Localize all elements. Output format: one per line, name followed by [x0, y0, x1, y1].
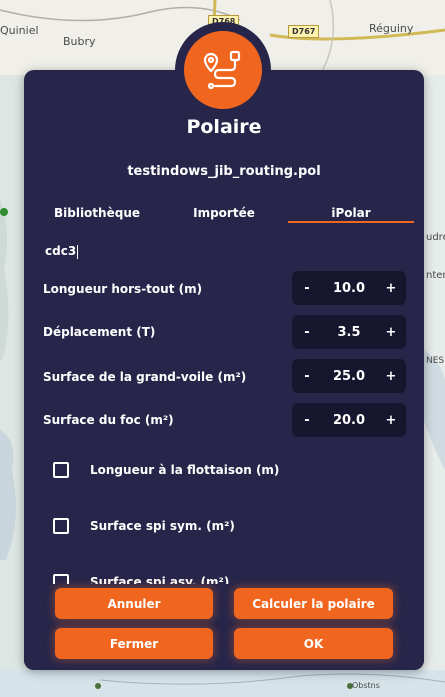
decrement-button[interactable]: -	[292, 369, 322, 384]
dialog-title: Polaire	[186, 116, 262, 138]
decrement-button[interactable]: -	[292, 413, 322, 428]
option-waterline-length[interactable]: Longueur à la flottaison (m)	[53, 462, 279, 478]
ok-button[interactable]: OK	[234, 628, 393, 659]
increment-button[interactable]: +	[376, 281, 406, 296]
stepper-value: 20.0	[332, 412, 366, 428]
boat-name-input[interactable]: cdc3	[45, 244, 79, 259]
map-fragment-label: udre	[426, 232, 445, 243]
stepper-value: 10.0	[332, 280, 366, 296]
jib-stepper[interactable]: - 20.0 +	[292, 403, 406, 437]
tab-library[interactable]: Bibliothèque	[35, 206, 159, 220]
map-fragment-label: nterl	[426, 270, 445, 281]
waterline-checkbox[interactable]	[53, 462, 69, 478]
map-town-label: Quiniel	[0, 24, 39, 37]
polar-filename: testindows_jib_routing.pol	[127, 164, 321, 179]
compute-polar-button[interactable]: Calculer la polaire	[234, 588, 393, 619]
tab-ipolar[interactable]: iPolar	[289, 206, 413, 220]
map-fragment-label: Obstns	[352, 681, 380, 690]
map-fragment-label: NES	[426, 356, 445, 366]
mainsail-stepper[interactable]: - 25.0 +	[292, 359, 406, 393]
route-icon	[184, 31, 262, 109]
stepper-value: 25.0	[332, 368, 366, 384]
map-road-label: D767	[288, 25, 320, 38]
decrement-button[interactable]: -	[292, 325, 322, 340]
param-label-jib: Surface du foc (m²)	[43, 413, 174, 427]
boat-name-value: cdc3	[45, 244, 77, 258]
decrement-button[interactable]: -	[292, 281, 322, 296]
tab-imported[interactable]: Importée	[162, 206, 286, 220]
length-stepper[interactable]: - 10.0 +	[292, 271, 406, 305]
text-cursor	[77, 244, 79, 259]
option-sym-spinnaker[interactable]: Surface spi sym. (m²)	[53, 518, 235, 534]
close-button[interactable]: Fermer	[55, 628, 213, 659]
stepper-value: 3.5	[337, 324, 361, 340]
option-label: Longueur à la flottaison (m)	[90, 463, 280, 477]
displacement-stepper[interactable]: - 3.5 +	[292, 315, 406, 349]
param-label-displacement: Déplacement (T)	[43, 325, 156, 339]
increment-button[interactable]: +	[376, 369, 406, 384]
increment-button[interactable]: +	[376, 413, 406, 428]
param-label-mainsail: Surface de la grand-voile (m²)	[43, 370, 247, 384]
cancel-button[interactable]: Annuler	[55, 588, 213, 619]
sym-spinnaker-checkbox[interactable]	[53, 518, 69, 534]
increment-button[interactable]: +	[376, 325, 406, 340]
param-label-length: Longueur hors-tout (m)	[43, 282, 203, 296]
map-town-label: Réguiny	[369, 22, 414, 35]
option-label: Surface spi sym. (m²)	[90, 519, 235, 533]
map-town-label: Bubry	[63, 35, 96, 48]
active-tab-indicator	[288, 221, 414, 223]
